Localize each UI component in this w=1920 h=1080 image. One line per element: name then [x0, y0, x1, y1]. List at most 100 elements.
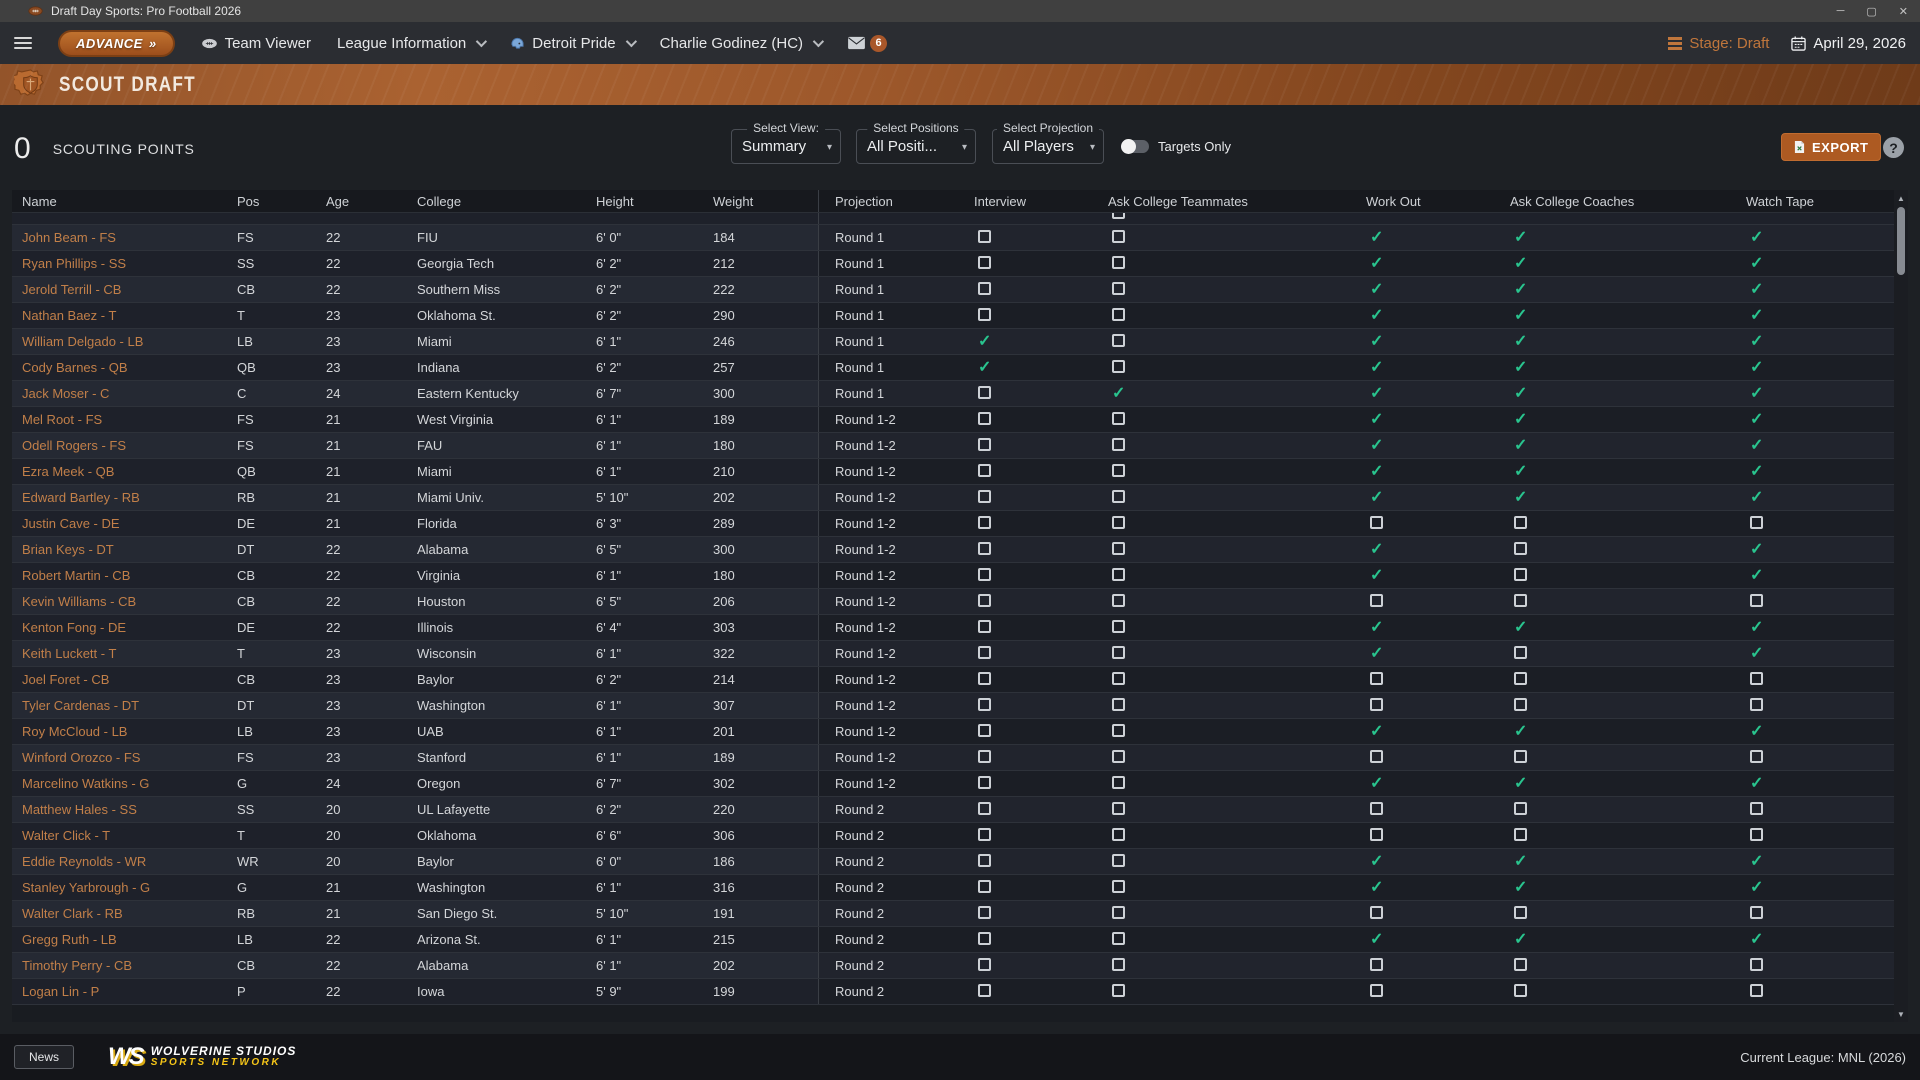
checkbox[interactable] — [1112, 490, 1125, 503]
col-header-weight[interactable]: Weight — [713, 194, 818, 209]
checkbox[interactable] — [1750, 984, 1763, 997]
col-header-projection[interactable]: Projection — [818, 190, 974, 212]
checkbox[interactable] — [1112, 542, 1125, 555]
checkbox[interactable] — [1112, 568, 1125, 581]
checkbox[interactable] — [1514, 698, 1527, 711]
minimize-icon[interactable]: ─ — [1837, 5, 1845, 17]
checkbox[interactable] — [1112, 360, 1125, 373]
vertical-scrollbar[interactable]: ▲ ▼ — [1894, 190, 1908, 1022]
checkbox[interactable] — [978, 698, 991, 711]
check-icon[interactable]: ✓ — [1370, 853, 1383, 870]
close-icon[interactable]: ✕ — [1899, 5, 1908, 18]
check-icon[interactable]: ✓ — [1750, 853, 1763, 870]
checkbox[interactable] — [978, 672, 991, 685]
check-icon[interactable]: ✓ — [1514, 411, 1527, 428]
check-icon[interactable]: ✓ — [1370, 541, 1383, 558]
checkbox[interactable] — [1112, 698, 1125, 711]
nav-coach-menu[interactable]: Charlie Godinez (HC) — [660, 35, 821, 52]
checkbox[interactable] — [1514, 646, 1527, 659]
player-name-link[interactable]: Walter Click - T — [22, 828, 237, 843]
player-name-link[interactable]: Keith Luckett - T — [22, 646, 237, 661]
checkbox[interactable] — [1750, 828, 1763, 841]
checkbox[interactable] — [1112, 776, 1125, 789]
checkbox[interactable] — [978, 256, 991, 269]
col-header-height[interactable]: Height — [596, 194, 713, 209]
checkbox[interactable] — [1750, 516, 1763, 529]
news-button[interactable]: News — [14, 1045, 74, 1069]
col-header-age[interactable]: Age — [326, 194, 417, 209]
checkbox[interactable] — [1112, 880, 1125, 893]
check-icon[interactable]: ✓ — [1750, 359, 1763, 376]
checkbox[interactable] — [978, 438, 991, 451]
checkbox[interactable] — [1514, 594, 1527, 607]
checkbox[interactable] — [1750, 698, 1763, 711]
player-name-link[interactable]: Brian Keys - DT — [22, 542, 237, 557]
check-icon[interactable]: ✓ — [1514, 359, 1527, 376]
checkbox[interactable] — [1370, 750, 1383, 763]
player-name-link[interactable]: Timothy Perry - CB — [22, 958, 237, 973]
checkbox[interactable] — [1370, 906, 1383, 919]
check-icon[interactable]: ✓ — [1514, 931, 1527, 948]
check-icon[interactable]: ✓ — [1370, 255, 1383, 272]
check-icon[interactable]: ✓ — [1514, 437, 1527, 454]
checkbox[interactable] — [978, 984, 991, 997]
nav-league-information[interactable]: League Information — [337, 35, 484, 52]
checkbox[interactable] — [1514, 516, 1527, 529]
maximize-icon[interactable]: ▢ — [1866, 5, 1876, 18]
checkbox[interactable] — [1750, 594, 1763, 607]
check-icon[interactable]: ✓ — [1750, 879, 1763, 896]
check-icon[interactable]: ✓ — [1750, 307, 1763, 324]
checkbox[interactable] — [1112, 516, 1125, 529]
checkbox[interactable] — [978, 620, 991, 633]
checkbox[interactable] — [1370, 984, 1383, 997]
scroll-up-icon[interactable]: ▲ — [1894, 191, 1908, 205]
checkbox[interactable] — [1514, 984, 1527, 997]
checkbox[interactable] — [1112, 750, 1125, 763]
advance-button[interactable]: ADVANCE » — [58, 30, 175, 57]
player-name-link[interactable]: Joel Foret - CB — [22, 672, 237, 687]
player-name-link[interactable]: William Delgado - LB — [22, 334, 237, 349]
player-name-link[interactable]: Kenton Fong - DE — [22, 620, 237, 635]
player-name-link[interactable]: Kevin Williams - CB — [22, 594, 237, 609]
player-name-link[interactable]: Robert Martin - CB — [22, 568, 237, 583]
checkbox[interactable] — [1514, 568, 1527, 581]
checkbox[interactable] — [978, 958, 991, 971]
checkbox[interactable] — [1112, 282, 1125, 295]
player-name-link[interactable]: John Beam - FS — [22, 230, 237, 245]
checkbox[interactable] — [978, 412, 991, 425]
check-icon[interactable]: ✓ — [1750, 385, 1763, 402]
player-name-link[interactable]: Eddie Reynolds - WR — [22, 854, 237, 869]
player-name-link[interactable]: Justin Cave - DE — [22, 516, 237, 531]
checkbox[interactable] — [1514, 672, 1527, 685]
nav-team-viewer[interactable]: Team Viewer — [201, 35, 311, 52]
check-icon[interactable]: ✓ — [978, 333, 991, 350]
checkbox[interactable] — [1112, 724, 1125, 737]
check-icon[interactable]: ✓ — [1750, 567, 1763, 584]
checkbox[interactable] — [1514, 802, 1527, 815]
checkbox[interactable] — [978, 828, 991, 841]
checkbox[interactable] — [1112, 594, 1125, 607]
checkbox[interactable] — [1514, 542, 1527, 555]
checkbox[interactable] — [1370, 672, 1383, 685]
checkbox[interactable] — [978, 646, 991, 659]
check-icon[interactable]: ✓ — [1370, 489, 1383, 506]
checkbox[interactable] — [1370, 802, 1383, 815]
col-header-ask-college-teammates[interactable]: Ask College Teammates — [1108, 194, 1366, 209]
checkbox[interactable] — [1750, 802, 1763, 815]
col-header-name[interactable]: Name — [22, 194, 237, 209]
checkbox[interactable] — [1370, 594, 1383, 607]
checkbox[interactable] — [978, 542, 991, 555]
check-icon[interactable]: ✓ — [1370, 385, 1383, 402]
checkbox[interactable] — [1112, 802, 1125, 815]
checkbox[interactable] — [1112, 256, 1125, 269]
targets-only-toggle[interactable] — [1122, 140, 1149, 153]
check-icon[interactable]: ✓ — [1750, 281, 1763, 298]
player-name-link[interactable]: Marcelino Watkins - G — [22, 776, 237, 791]
check-icon[interactable]: ✓ — [1370, 463, 1383, 480]
check-icon[interactable]: ✓ — [1370, 775, 1383, 792]
col-header-pos[interactable]: Pos — [237, 194, 326, 209]
check-icon[interactable]: ✓ — [1514, 853, 1527, 870]
player-name-link[interactable]: Tyler Cardenas - DT — [22, 698, 237, 713]
checkbox[interactable] — [1112, 958, 1125, 971]
checkbox[interactable] — [978, 516, 991, 529]
